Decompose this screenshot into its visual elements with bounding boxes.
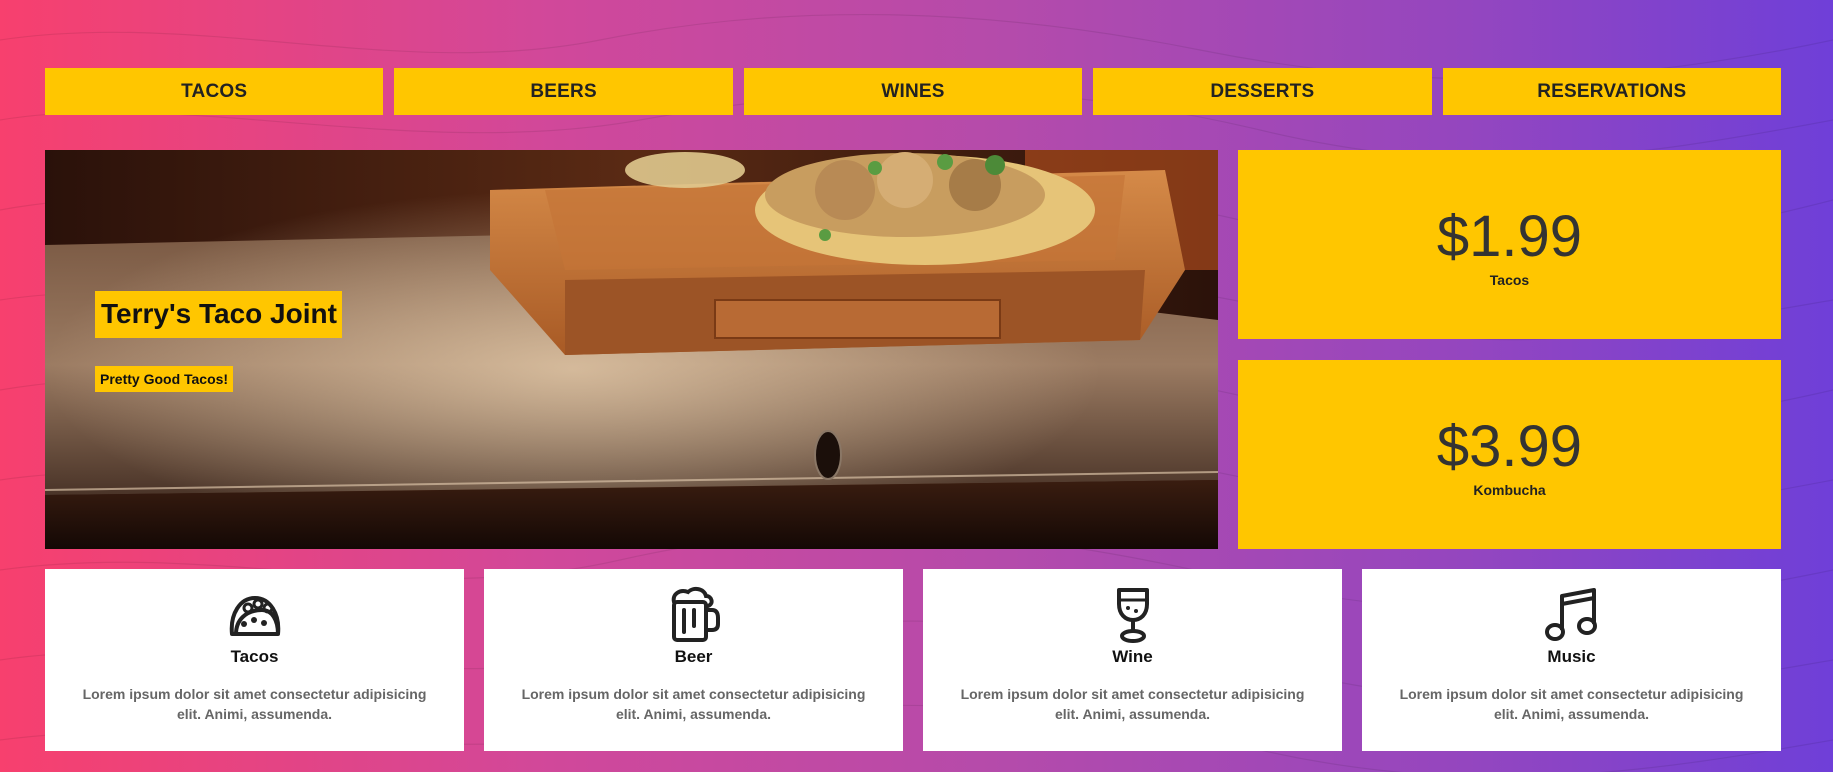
nav-item-beers[interactable]: BEERS <box>394 68 733 115</box>
taco-icon <box>225 587 285 643</box>
feature-card-wine: Wine Lorem ipsum dolor sit amet consecte… <box>923 569 1342 751</box>
features-section: Tacos Lorem ipsum dolor sit amet consect… <box>45 569 1781 751</box>
feature-description: Lorem ipsum dolor sit amet consectetur a… <box>521 686 866 722</box>
nav-item-reservations[interactable]: RESERVATIONS <box>1442 68 1781 115</box>
music-note-icon <box>1542 587 1602 643</box>
nav-item-tacos[interactable]: TACOS <box>45 68 384 115</box>
price-label: Kombucha <box>1473 481 1546 498</box>
nav-item-wines[interactable]: WINES <box>743 68 1083 115</box>
feature-description: Lorem ipsum dolor sit amet consectetur a… <box>960 686 1305 722</box>
feature-description: Lorem ipsum dolor sit amet consectetur a… <box>1399 686 1744 722</box>
showcase-section: Terry's Taco Joint Pretty Good Tacos! $1… <box>45 150 1781 549</box>
page-container: TACOS BEERS WINES DESSERTS RESERVATIONS <box>45 68 1781 751</box>
wine-glass-icon <box>1103 587 1163 643</box>
feature-title: Tacos <box>230 647 279 666</box>
price-card-tacos: $1.99 Tacos <box>1238 150 1781 339</box>
price-value: $3.99 <box>1436 413 1583 479</box>
price-card-kombucha: $3.99 Kombucha <box>1238 360 1781 549</box>
feature-card-beer: Beer Lorem ipsum dolor sit amet consecte… <box>484 569 903 751</box>
hero-title: Terry's Taco Joint <box>95 291 342 338</box>
beer-mug-icon <box>664 586 724 643</box>
feature-card-tacos: Tacos Lorem ipsum dolor sit amet consect… <box>45 569 464 751</box>
feature-title: Wine <box>1112 647 1153 666</box>
feature-title: Beer <box>674 647 713 666</box>
feature-title: Music <box>1547 647 1596 666</box>
feature-card-music: Music Lorem ipsum dolor sit amet consect… <box>1362 569 1781 751</box>
hero-banner: Terry's Taco Joint Pretty Good Tacos! <box>45 150 1218 549</box>
feature-description: Lorem ipsum dolor sit amet consectetur a… <box>82 686 427 722</box>
price-label: Tacos <box>1489 271 1530 288</box>
hero-subtitle: Pretty Good Tacos! <box>95 366 234 392</box>
hero-taco-photo <box>45 150 1218 549</box>
price-value: $1.99 <box>1436 203 1583 269</box>
main-nav: TACOS BEERS WINES DESSERTS RESERVATIONS <box>45 68 1781 115</box>
nav-item-desserts[interactable]: DESSERTS <box>1093 68 1432 115</box>
